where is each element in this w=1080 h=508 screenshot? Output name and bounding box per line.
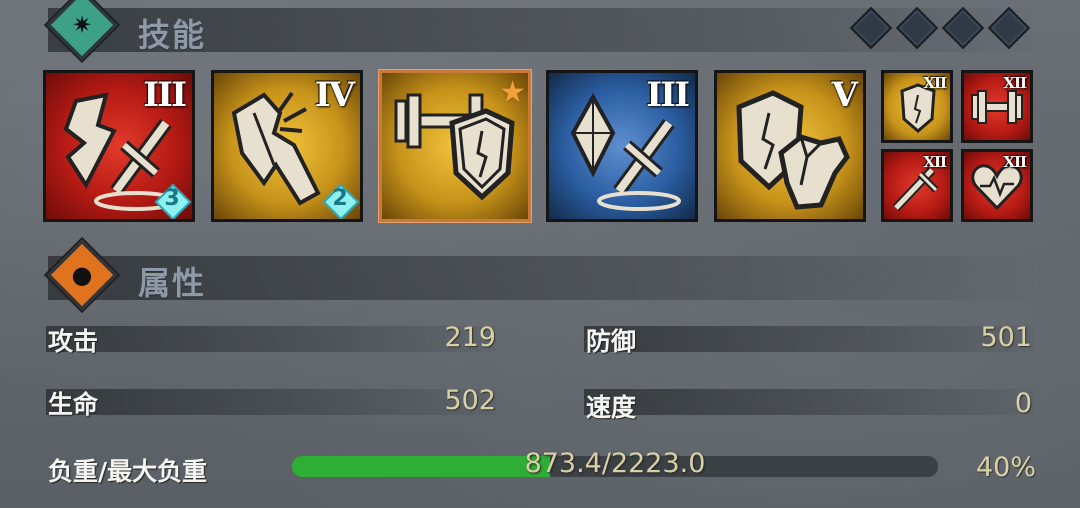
stat-label-defense: 防御	[586, 327, 637, 356]
stat-value-life: 502	[444, 385, 496, 416]
star-burst-icon: ✷	[71, 10, 93, 39]
small-skill-2[interactable]: XII	[961, 70, 1033, 143]
skill-level-badge: 2	[322, 183, 360, 219]
small-skill-4[interactable]: XII	[961, 149, 1033, 222]
skill-rank: V	[831, 75, 858, 115]
skill-slot-5[interactable]: V	[714, 70, 866, 222]
weight-percent: 40%	[975, 452, 1036, 483]
badge-number: 2	[332, 186, 348, 211]
skill-rank: XII	[1003, 153, 1027, 171]
skills-section-title: 技能	[138, 16, 207, 54]
stat-label-life: 生命	[48, 390, 99, 419]
small-skill-3[interactable]: XII	[881, 149, 953, 222]
badge-number: 3	[164, 186, 180, 211]
weight-value: 873.4/2223.0	[524, 448, 706, 479]
skill-slot-4[interactable]: III	[546, 70, 698, 222]
stat-label-speed: 速度	[586, 393, 637, 422]
attributes-section-title: 属性	[138, 264, 207, 302]
skill-slot-3[interactable]: ★	[379, 70, 531, 222]
skill-slot-1[interactable]: III 3	[43, 70, 195, 222]
skill-rank: XII	[923, 74, 947, 92]
star-icon: ★	[499, 75, 526, 110]
skill-rank: III	[143, 75, 187, 115]
skill-rank: III	[646, 75, 690, 115]
skill-rank: XII	[923, 153, 947, 171]
skill-level-badge: 3	[154, 183, 192, 219]
skill-rank: IV	[314, 75, 355, 115]
small-skill-1[interactable]: XII	[881, 70, 953, 143]
weight-label: 负重/最大负重	[48, 457, 208, 486]
stat-value-speed: 0	[1014, 388, 1032, 419]
skill-rank: XII	[1003, 74, 1027, 92]
skill-slot-2[interactable]: IV 2	[211, 70, 363, 222]
stat-value-attack: 219	[444, 322, 496, 353]
stat-label-attack: 攻击	[48, 327, 99, 356]
person-silhouette-icon: ●	[71, 261, 93, 289]
stat-value-defense: 501	[980, 322, 1032, 353]
